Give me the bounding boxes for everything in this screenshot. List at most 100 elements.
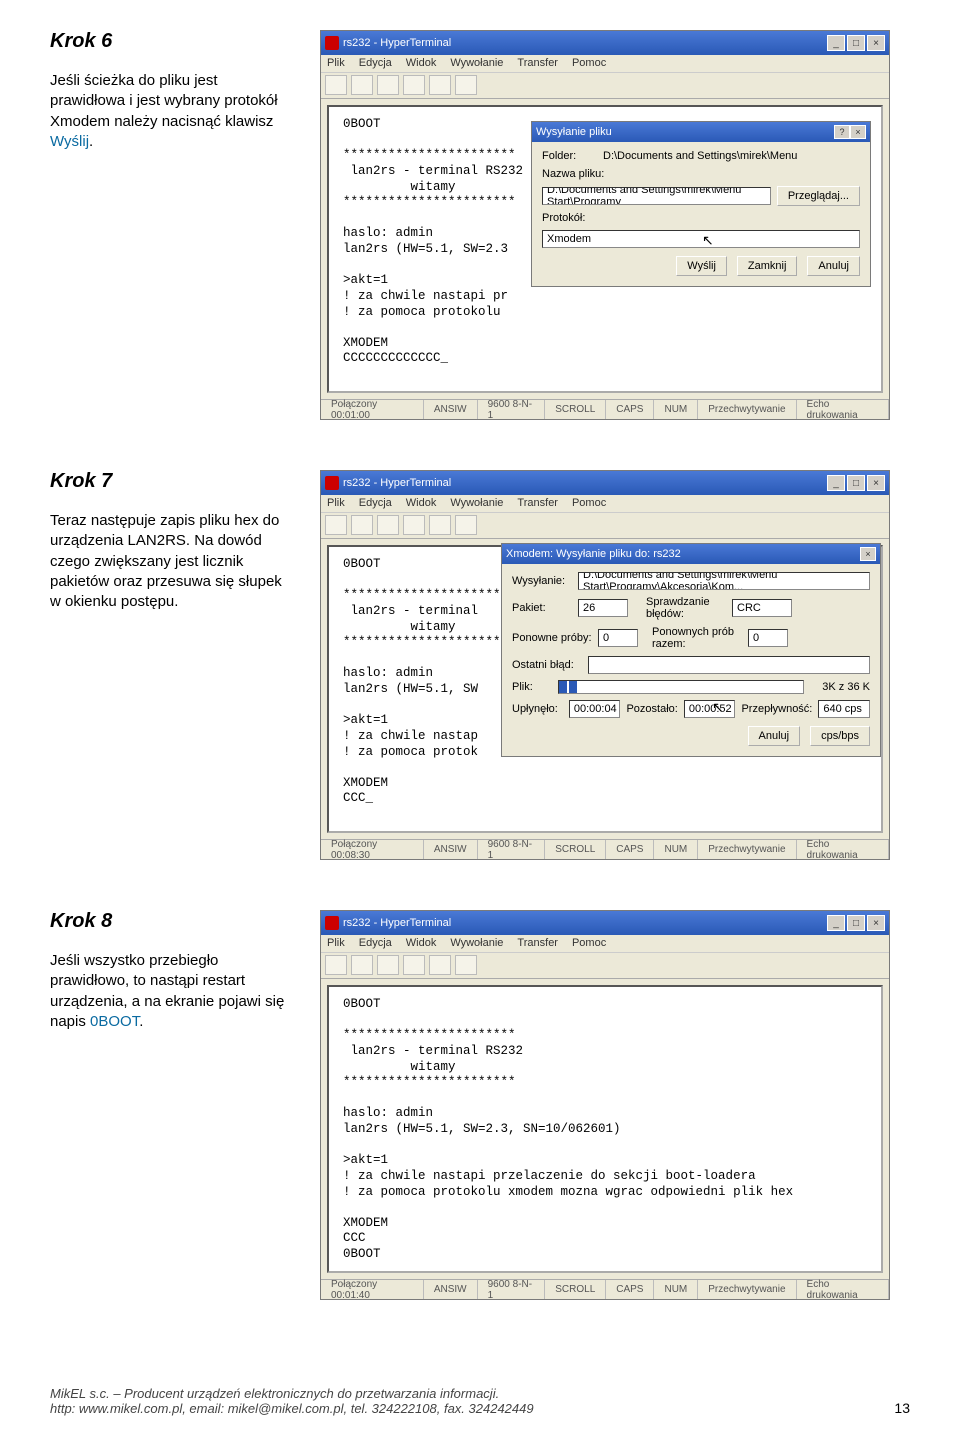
protocol-select[interactable]: Xmodem [542, 230, 860, 248]
maximize-icon[interactable]: □ [847, 475, 865, 491]
dialog-help-icon[interactable]: ? [834, 125, 850, 139]
toolbar-button[interactable] [325, 955, 347, 975]
status-scroll: SCROLL [545, 1280, 606, 1299]
status-term: ANSIW [424, 400, 478, 419]
send-file-dialog: Wysyłanie pliku ?× Folder: D:\Documents … [531, 121, 871, 287]
step-7: Krok 7 Teraz następuje zapis pliku hex d… [50, 470, 910, 860]
menu-transfer[interactable]: Transfer [517, 57, 558, 70]
maximize-icon[interactable]: □ [847, 35, 865, 51]
toolbar-button[interactable] [403, 515, 425, 535]
toolbar-button[interactable] [351, 955, 373, 975]
menu-wywolanie[interactable]: Wywołanie [450, 937, 503, 950]
status-num: NUM [654, 400, 698, 419]
file-label: Plik: [512, 681, 552, 693]
step6-body: Jeśli ścieżka do pliku jest prawidłowa i… [50, 71, 290, 152]
packet-value: 26 [578, 599, 628, 617]
menu-plik[interactable]: Plik [327, 57, 345, 70]
dialog-close-icon[interactable]: × [850, 125, 866, 139]
app-icon [325, 916, 339, 930]
menu-edycja[interactable]: Edycja [359, 57, 392, 70]
toolbar-button[interactable] [429, 955, 451, 975]
retrytotal-label: Ponownych prób razem: [652, 626, 742, 650]
toolbar-button[interactable] [325, 515, 347, 535]
hyperterminal-window-k7: rs232 - HyperTerminal _ □ × Plik Edycja … [320, 470, 890, 860]
menubar[interactable]: Plik Edycja Widok Wywołanie Transfer Pom… [321, 935, 889, 953]
throughput-value: 640 cps [818, 700, 870, 718]
toolbar [321, 73, 889, 99]
toolbar-button[interactable] [377, 75, 399, 95]
filename-input[interactable]: D:\Documents and Settings\mirek\Menu Sta… [542, 187, 771, 205]
retry-label: Ponowne próby: [512, 632, 592, 644]
close-icon[interactable]: × [867, 35, 885, 51]
menu-widok[interactable]: Widok [406, 497, 437, 510]
cpsbps-button[interactable]: cps/bps [810, 726, 870, 746]
toolbar-button[interactable] [429, 515, 451, 535]
minimize-icon[interactable]: _ [827, 915, 845, 931]
dialog-titlebar[interactable]: Xmodem: Wysyłanie pliku do: rs232 × [502, 544, 880, 564]
statusbar: Połączony 00:01:40 ANSIW 9600 8-N-1 SCRO… [321, 1279, 889, 1299]
titlebar[interactable]: rs232 - HyperTerminal _ □ × [321, 471, 889, 495]
cancel-button[interactable]: Anuluj [807, 256, 860, 276]
minimize-icon[interactable]: _ [827, 475, 845, 491]
toolbar-button[interactable] [455, 75, 477, 95]
status-config: 9600 8-N-1 [478, 400, 546, 419]
toolbar-button[interactable] [377, 955, 399, 975]
menubar[interactable]: Plik Edycja Widok Wywołanie Transfer Pom… [321, 55, 889, 73]
toolbar-button[interactable] [377, 515, 399, 535]
hyperterminal-window-k6: rs232 - HyperTerminal _ □ × Plik Edycja … [320, 30, 890, 420]
dialog-close-icon[interactable]: × [860, 547, 876, 561]
cancel-button[interactable]: Anuluj [748, 726, 801, 746]
toolbar-button[interactable] [455, 515, 477, 535]
status-capture: Przechwytywanie [698, 400, 796, 419]
menu-plik[interactable]: Plik [327, 497, 345, 510]
status-term: ANSIW [424, 840, 478, 859]
toolbar-button[interactable] [429, 75, 451, 95]
dialog-titlebar[interactable]: Wysyłanie pliku ?× [532, 122, 870, 142]
page-number: 13 [894, 1400, 910, 1416]
menu-plik[interactable]: Plik [327, 937, 345, 950]
status-echo: Echo drukowania [797, 840, 889, 859]
toolbar-button[interactable] [351, 515, 373, 535]
status-caps: CAPS [606, 400, 654, 419]
status-term: ANSIW [424, 1280, 478, 1299]
menu-pomoc[interactable]: Pomoc [572, 497, 606, 510]
retry-value: 0 [598, 629, 638, 647]
step7-title: Krok 7 [50, 470, 290, 493]
lasterr-value [588, 656, 870, 674]
protocol-label: Protokół: [542, 212, 585, 224]
menu-transfer[interactable]: Transfer [517, 937, 558, 950]
titlebar[interactable]: rs232 - HyperTerminal _ □ × [321, 31, 889, 55]
status-scroll: SCROLL [545, 400, 606, 419]
xmodem-progress-dialog: Xmodem: Wysyłanie pliku do: rs232 × Wysy… [501, 543, 881, 757]
toolbar-button[interactable] [403, 75, 425, 95]
step8-body: Jeśli wszystko przebiegło prawidłowo, to… [50, 951, 290, 1032]
toolbar-button[interactable] [325, 75, 347, 95]
remain-label: Pozostało: [626, 703, 677, 715]
menu-widok[interactable]: Widok [406, 57, 437, 70]
minimize-icon[interactable]: _ [827, 35, 845, 51]
errcheck-value: CRC [732, 599, 792, 617]
menu-edycja[interactable]: Edycja [359, 497, 392, 510]
menu-edycja[interactable]: Edycja [359, 937, 392, 950]
status-connected: Połączony 00:01:40 [321, 1280, 424, 1299]
menu-wywolanie[interactable]: Wywołanie [450, 497, 503, 510]
menu-transfer[interactable]: Transfer [517, 497, 558, 510]
status-caps: CAPS [606, 1280, 654, 1299]
toolbar-button[interactable] [351, 75, 373, 95]
close-button[interactable]: Zamknij [737, 256, 798, 276]
menu-wywolanie[interactable]: Wywołanie [450, 57, 503, 70]
menu-pomoc[interactable]: Pomoc [572, 937, 606, 950]
browse-button[interactable]: Przeglądaj... [777, 186, 860, 206]
cursor-icon: ↖ [712, 699, 724, 716]
send-button[interactable]: Wyślij [676, 256, 727, 276]
menubar[interactable]: Plik Edycja Widok Wywołanie Transfer Pom… [321, 495, 889, 513]
titlebar[interactable]: rs232 - HyperTerminal _ □ × [321, 911, 889, 935]
menu-widok[interactable]: Widok [406, 937, 437, 950]
maximize-icon[interactable]: □ [847, 915, 865, 931]
menu-pomoc[interactable]: Pomoc [572, 57, 606, 70]
close-icon[interactable]: × [867, 915, 885, 931]
folder-value: D:\Documents and Settings\mirek\Menu [603, 150, 797, 162]
toolbar-button[interactable] [403, 955, 425, 975]
toolbar-button[interactable] [455, 955, 477, 975]
close-icon[interactable]: × [867, 475, 885, 491]
